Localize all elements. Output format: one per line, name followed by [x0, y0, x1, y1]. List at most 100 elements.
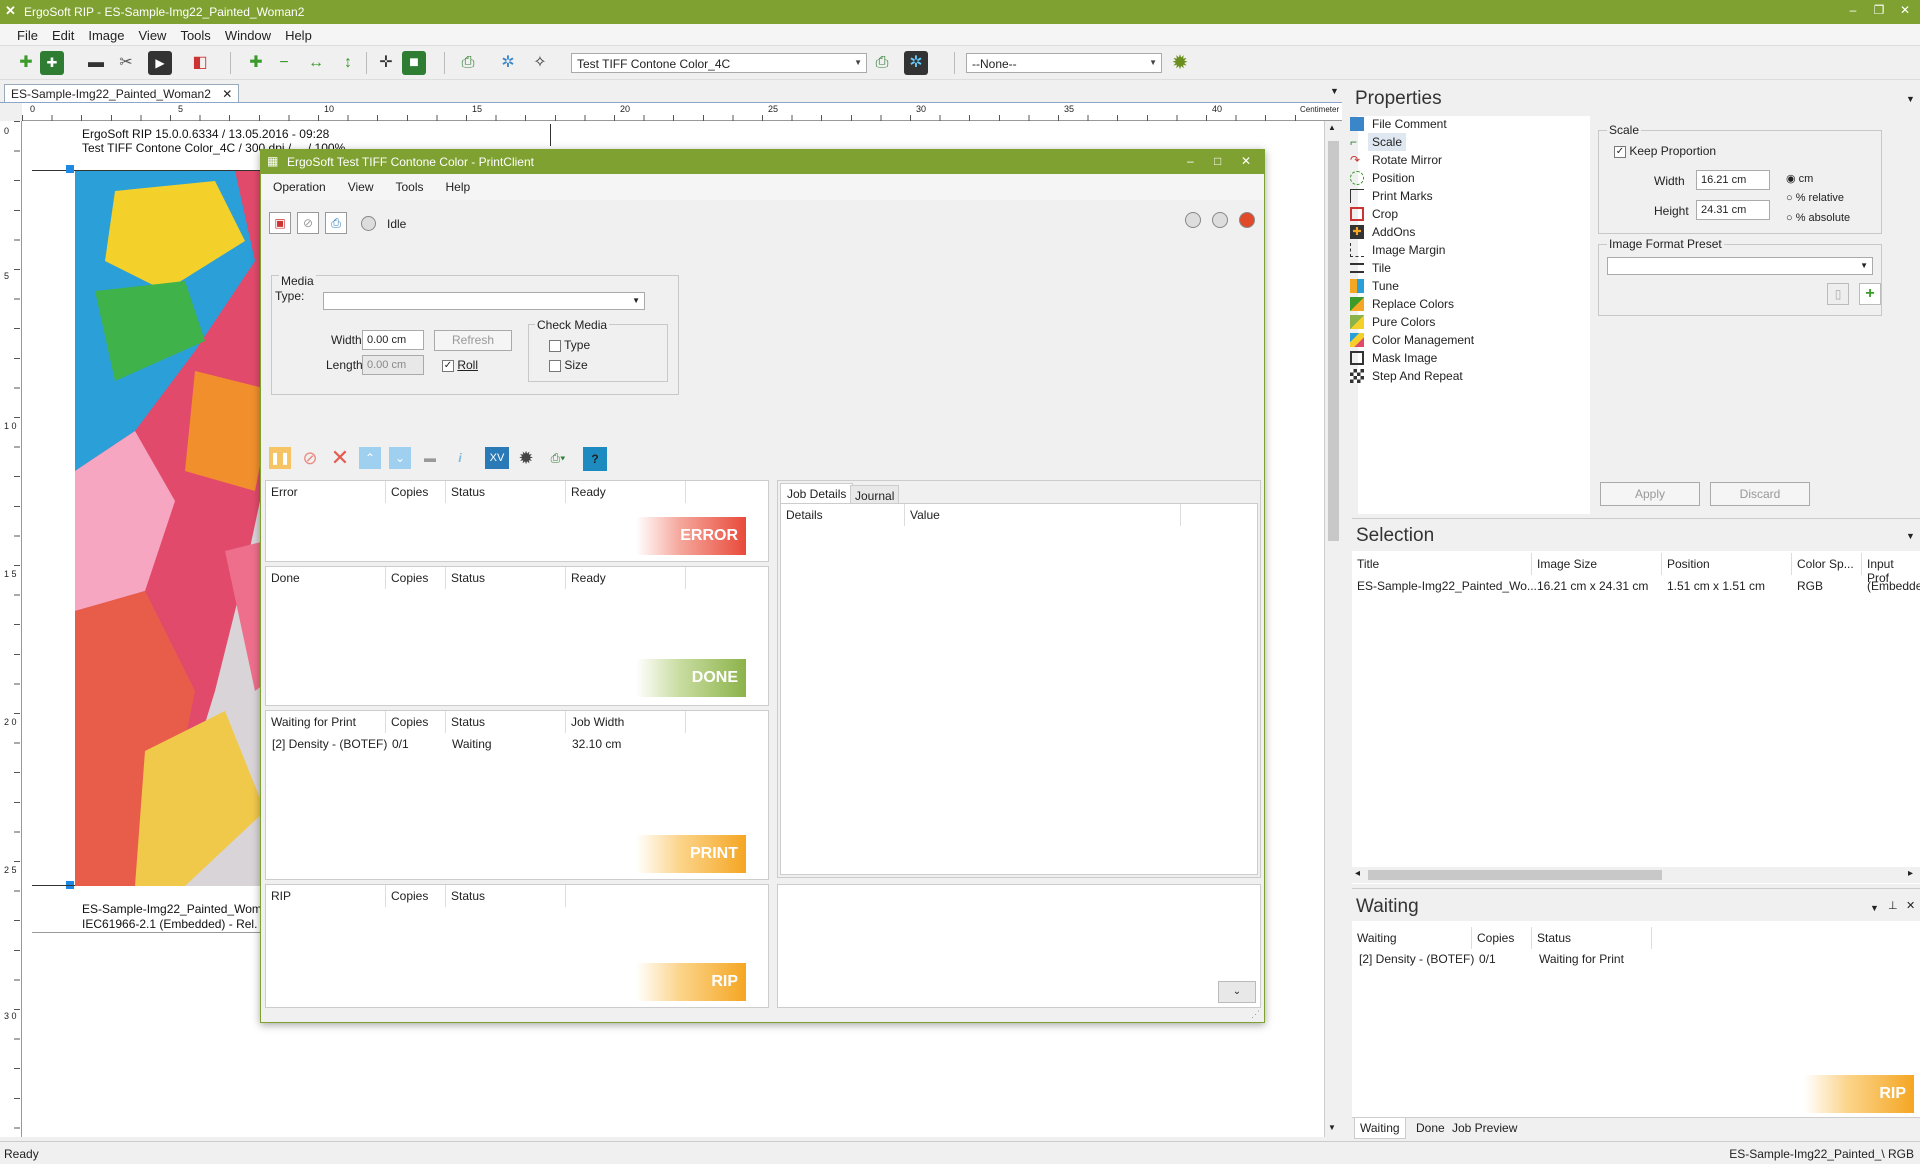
settings-dark-icon[interactable]: ✲ — [904, 51, 928, 75]
roll-checkbox[interactable]: ✓ Roll — [442, 358, 478, 372]
print-job-icon[interactable]: ▬ — [419, 447, 441, 469]
prop-rotate-mirror[interactable]: ↷ Rotate Mirror — [1350, 151, 1442, 169]
check-type-checkbox[interactable]: Type — [549, 338, 590, 352]
move-down-icon[interactable]: ⌄ — [389, 447, 411, 469]
close-tab-icon[interactable]: ✕ — [222, 87, 232, 101]
menu-file[interactable]: File — [10, 24, 45, 47]
prop-addons[interactable]: ✚ AddOns — [1350, 223, 1415, 241]
chevron-down-icon[interactable]: ▼ — [1870, 903, 1879, 913]
delete-icon[interactable]: ✕ — [329, 447, 351, 469]
gear-icon[interactable]: ✹ — [1168, 51, 1192, 75]
scroll-left-icon[interactable]: ◂ — [1355, 868, 1360, 879]
pin-icon[interactable]: ⊥ — [1888, 899, 1898, 912]
prop-file-comment[interactable]: File Comment — [1350, 115, 1447, 133]
dialog-menu-help[interactable]: Help — [434, 174, 481, 194]
crosshair-icon[interactable]: ✛ — [374, 51, 398, 75]
chevron-down-icon[interactable]: ▼ — [1906, 531, 1915, 541]
none-combo[interactable]: --None-- ▼ — [966, 53, 1162, 73]
tab-dropdown-icon[interactable]: ▼ — [1330, 86, 1339, 96]
scroll-down-icon[interactable]: ▼ — [1328, 1123, 1336, 1132]
prop-crop[interactable]: Crop — [1350, 205, 1398, 223]
xv-icon[interactable]: XV — [485, 447, 509, 469]
preset-add-icon[interactable]: + — [1859, 283, 1881, 305]
add-icon[interactable]: ✚ — [14, 51, 38, 75]
printer-icon[interactable]: ▬ — [84, 51, 108, 75]
prop-mask-image[interactable]: Mask Image — [1350, 349, 1437, 367]
minimize-button[interactable]: – — [1842, 3, 1864, 21]
tools-icon[interactable]: ✂ — [114, 51, 138, 75]
dialog-menu-tools[interactable]: Tools — [384, 174, 434, 194]
selection-handle[interactable] — [66, 165, 74, 173]
check-size-checkbox[interactable]: Size — [549, 358, 588, 372]
preset-select[interactable]: ▼ — [1607, 257, 1873, 275]
prop-replace-colors[interactable]: Replace Colors — [1350, 295, 1454, 313]
prop-tile[interactable]: Tile — [1350, 259, 1391, 277]
printer-queue-icon[interactable]: ⎙ — [325, 212, 347, 234]
add-job-icon[interactable]: ✚ — [40, 51, 64, 75]
dialog-maximize-button[interactable]: □ — [1214, 154, 1221, 168]
close-panel-icon[interactable]: ✕ — [1906, 899, 1915, 912]
printer-setup-icon[interactable]: ⎙ — [456, 51, 480, 75]
tab-done[interactable]: Done — [1416, 1121, 1445, 1135]
menu-image[interactable]: Image — [81, 24, 131, 47]
keep-proportion-checkbox[interactable]: ✓ Keep Proportion — [1614, 144, 1716, 158]
prop-tune[interactable]: Tune — [1350, 277, 1399, 295]
close-button[interactable]: ✕ — [1894, 3, 1916, 21]
rip-icon[interactable]: ▶ — [148, 51, 172, 75]
scroll-right-icon[interactable]: ▸ — [1908, 868, 1913, 879]
layer-icon[interactable]: ■ — [402, 51, 426, 75]
fit-width-icon[interactable]: ↔ — [304, 51, 328, 75]
zoom-out-icon[interactable]: − — [272, 51, 296, 75]
scale-width-input[interactable]: 16.21 cm — [1696, 170, 1770, 190]
wand-icon[interactable]: ✧ — [528, 51, 552, 75]
prop-pure-colors[interactable]: Pure Colors — [1350, 313, 1435, 331]
help-icon[interactable]: ? — [583, 447, 607, 471]
resize-grip-icon[interactable]: ⋰ — [1251, 1009, 1260, 1020]
stop-queue-icon[interactable]: ▣ — [269, 212, 291, 234]
media-length-input[interactable]: 0.00 cm — [362, 355, 424, 375]
tab-job-preview[interactable]: Job Preview — [1452, 1121, 1517, 1135]
media-width-input[interactable]: 0.00 cm — [362, 330, 424, 350]
menu-window[interactable]: Window — [218, 24, 278, 47]
document-tab[interactable]: ES-Sample-Img22_Painted_Woman2 ✕ — [4, 84, 240, 103]
refresh-button[interactable]: Refresh — [434, 330, 512, 351]
scroll-thumb[interactable] — [1328, 141, 1339, 541]
menu-edit[interactable]: Edit — [45, 24, 81, 47]
apply-button[interactable]: Apply — [1600, 482, 1700, 506]
prop-step-repeat[interactable]: Step And Repeat — [1350, 367, 1463, 385]
tab-waiting[interactable]: Waiting — [1354, 1118, 1406, 1139]
info-icon[interactable]: i — [449, 447, 471, 469]
pause-icon[interactable]: ❚❚ — [269, 447, 291, 469]
restore-button[interactable]: ❐ — [1868, 3, 1890, 21]
prop-position[interactable]: Position — [1350, 169, 1415, 187]
table-row[interactable]: [2] Density - (BOTEF) 0/1 Waiting for Pr… — [1352, 949, 1920, 969]
zoom-in-icon[interactable]: ✚ — [244, 51, 268, 75]
selection-hscroll[interactable]: ◂ ▸ — [1352, 867, 1920, 883]
prop-image-margin[interactable]: Image Margin — [1350, 241, 1445, 259]
profile-combo[interactable]: Test TIFF Contone Color_4C ▼ — [571, 53, 867, 73]
prop-print-marks[interactable]: Print Marks — [1350, 187, 1433, 205]
settings-icon[interactable]: ✹ — [515, 447, 537, 469]
table-row[interactable]: [2] Density - (BOTEF) 0/1 Waiting 32.10 … — [266, 733, 768, 753]
dialog-menu-operation[interactable]: Operation — [261, 174, 336, 194]
table-row[interactable]: ES-Sample-Img22_Painted_Wo... 16.21 cm x… — [1352, 575, 1920, 595]
move-up-icon[interactable]: ⌃ — [359, 447, 381, 469]
scroll-thumb[interactable] — [1368, 870, 1662, 880]
dialog-close-button[interactable]: ✕ — [1241, 154, 1251, 168]
scale-height-input[interactable]: 24.31 cm — [1696, 200, 1770, 220]
tab-job-details[interactable]: Job Details — [780, 483, 854, 504]
scroll-up-icon[interactable]: ▲ — [1328, 123, 1336, 132]
prop-color-management[interactable]: Color Management — [1350, 331, 1474, 349]
cancel-icon[interactable]: ⊘ — [299, 447, 321, 469]
discard-button[interactable]: Discard — [1710, 482, 1810, 506]
menu-help[interactable]: Help — [278, 24, 319, 47]
gear-blue-icon[interactable]: ✲ — [496, 51, 520, 75]
dialog-minimize-button[interactable]: – — [1187, 154, 1194, 168]
chevron-down-icon[interactable]: ▼ — [1906, 94, 1915, 104]
preset-info-icon[interactable]: ▯ — [1827, 283, 1849, 305]
unit-cm-radio[interactable]: ◉ cm — [1786, 172, 1813, 185]
prop-scale[interactable]: ⌐ Scale — [1350, 133, 1407, 151]
dialog-menu-view[interactable]: View — [336, 174, 384, 194]
unit-relative-radio[interactable]: ○ % relative — [1786, 192, 1844, 204]
expand-button[interactable]: ⌄ — [1218, 981, 1256, 1003]
